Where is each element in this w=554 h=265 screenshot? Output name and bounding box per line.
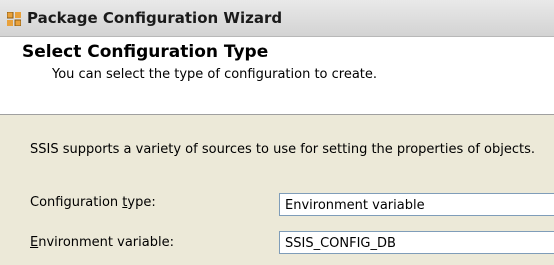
wizard-app-icon xyxy=(6,11,22,27)
wizard-content: SSIS supports a variety of sources to us… xyxy=(0,115,554,265)
configuration-type-select[interactable]: Environment variable xyxy=(279,193,554,216)
configuration-type-label: Configuration type: xyxy=(30,195,156,210)
wizard-header: Select Configuration Type You can select… xyxy=(0,37,554,115)
title-bar: Package Configuration Wizard xyxy=(0,0,554,37)
environment-variable-select[interactable]: SSIS_CONFIG_DB xyxy=(279,231,554,254)
environment-variable-access-key: E xyxy=(30,235,39,250)
configuration-type-label-prefix: Configuration xyxy=(30,195,123,210)
page-subtitle: You can select the type of configuration… xyxy=(52,67,378,82)
description-text: SSIS supports a variety of sources to us… xyxy=(30,142,536,157)
environment-variable-label-suffix: nvironment variable: xyxy=(38,235,174,250)
configuration-type-label-suffix: ype: xyxy=(127,195,156,210)
page-title: Select Configuration Type xyxy=(22,42,269,62)
window-title: Package Configuration Wizard xyxy=(27,9,283,27)
environment-variable-label: Environment variable: xyxy=(30,235,174,250)
